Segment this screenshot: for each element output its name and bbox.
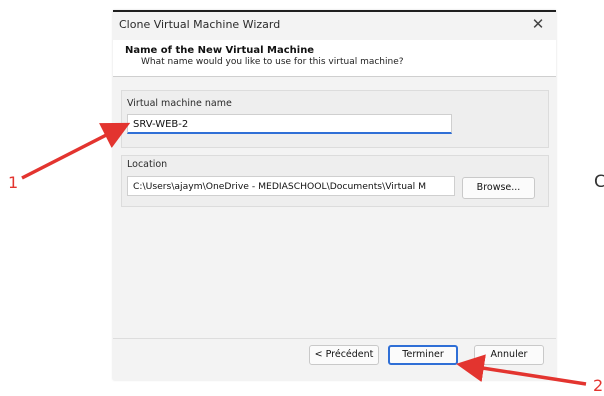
annotation-arrows (21, 122, 587, 386)
arrow-to-name-field (21, 122, 131, 180)
arrow-to-finish-button (456, 354, 587, 386)
